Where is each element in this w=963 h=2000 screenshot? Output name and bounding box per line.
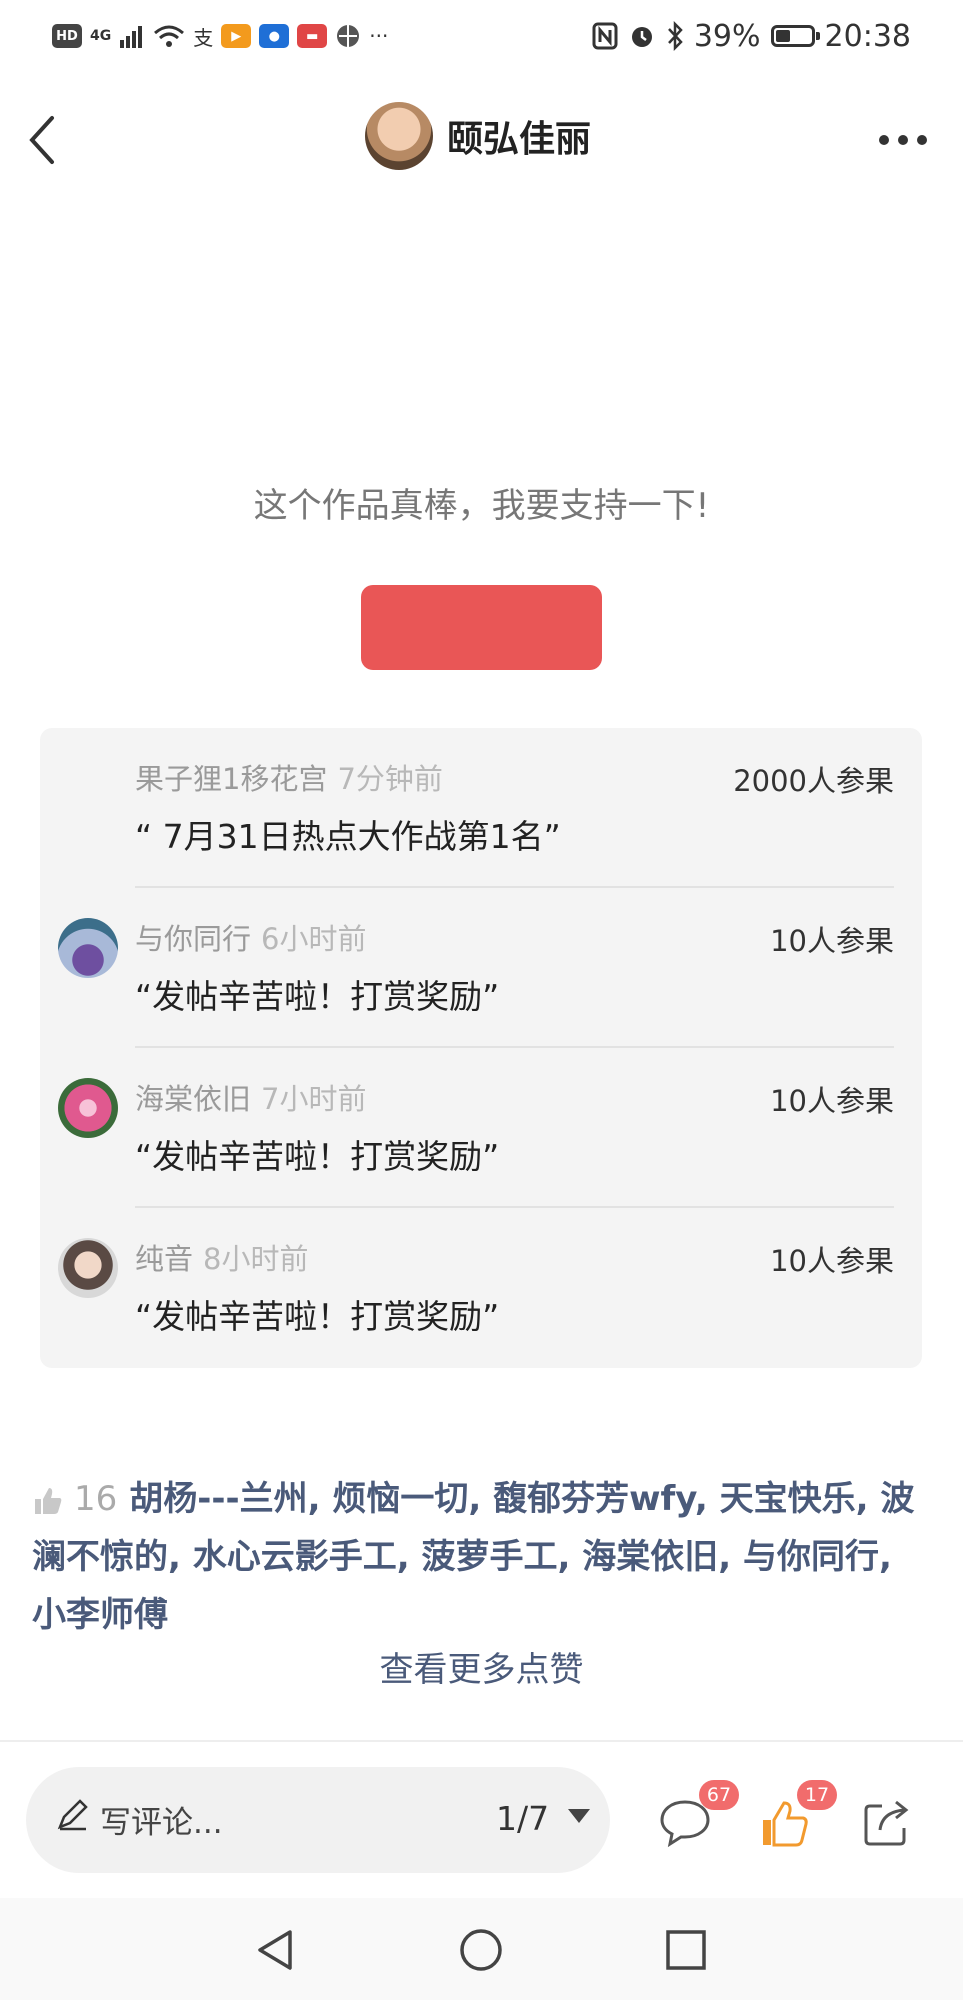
navigation-bar [0,1898,963,2000]
more-notifications-icon: ··· [369,24,389,48]
like-list: 16 胡杨---兰州, 烦恼一切, 馥郁芬芳wfy, 天宝快乐, 波澜不惊的, 水… [32,1470,932,1644]
user-avatar[interactable] [58,918,118,978]
battery-icon [770,25,820,47]
status-left: HD 4G 支 ▶ ● ▬ ··· [52,16,388,56]
page-indicator[interactable]: 1/7 [496,1799,549,1838]
reward-row[interactable]: 海棠依旧 7小时前 10人参果 “发帖辛苦啦！打赏奖励” [40,1048,922,1208]
chevron-down-icon[interactable] [568,1809,590,1823]
comment-placeholder: 写评论... [100,1805,223,1841]
alipay-icon: 支 [193,25,214,50]
battery-percent: 39% [693,18,761,54]
alarm-icon [631,27,652,47]
reward-list: 果子狸1移花宫 7分钟前 2000人参果 “ 7月31日热点大作战第1名” 与你同… [40,728,922,1368]
reward-amount: 10人参果 [770,1084,894,1118]
reward-time: 8小时前 [203,1242,309,1276]
nfc-icon [592,22,618,50]
reward-time: 7分钟前 [337,762,443,796]
author-avatar[interactable] [365,102,433,170]
author-name[interactable]: 颐弘佳丽 [447,110,591,162]
view-more-likes-link[interactable]: 查看更多点赞 [0,1642,963,1691]
like-button[interactable]: 17 [755,1780,837,1860]
reward-user[interactable]: 海棠依旧 7小时前 [135,1076,366,1118]
share-icon [864,1800,909,1846]
header: 颐弘佳丽 [0,90,963,190]
clock: 20:38 [824,18,911,54]
reward-user[interactable]: 纯音 8小时前 [135,1236,308,1278]
comment-input[interactable]: 写评论... 1/7 [26,1767,610,1873]
reward-message: “发帖辛苦啦！打赏奖励” [135,1137,500,1176]
divider [0,1740,963,1742]
reward-time: 6小时前 [261,922,367,956]
reward-message: “ 7月31日热点大作战第1名” [135,817,561,856]
like-count-badge: 17 [797,1780,837,1810]
status-right: 39% 20:38 [592,16,911,56]
reward-time: 7小时前 [261,1082,367,1116]
tips-app-icon: ● [259,24,290,48]
user-avatar[interactable] [58,1078,118,1138]
network-type: 4G [90,28,112,44]
nav-recents-icon[interactable] [662,1926,710,1974]
reward-message: “发帖辛苦啦！打赏奖励” [135,1297,500,1336]
reward-amount: 2000人参果 [733,764,894,798]
reward-amount: 10人参果 [770,1244,894,1278]
nav-back-icon[interactable] [252,1926,300,1974]
reward-user[interactable]: 与你同行 6小时前 [135,916,366,958]
nav-home-icon[interactable] [457,1926,505,1974]
reward-row[interactable]: 与你同行 6小时前 10人参果 “发帖辛苦啦！打赏奖励” [40,888,922,1048]
support-prompt: 这个作品真棒，我要支持一下! [253,486,710,526]
liker-names[interactable]: 胡杨---兰州, 烦恼一切, 馥郁芬芳wfy, 天宝快乐, 波澜不惊的, 水心云… [32,1479,914,1635]
back-icon[interactable] [22,110,72,170]
status-bar: HD 4G 支 ▶ ● ▬ ··· 39% 20:38 [0,0,963,72]
video-app-icon: ▶ [221,24,252,48]
wifi-icon [154,25,185,47]
huawei-app-icon: ▬ [297,24,328,48]
pen-icon [57,1799,88,1831]
like-count: 16 [74,1479,118,1519]
reward-amount: 10人参果 [770,924,894,958]
share-button[interactable] [858,1780,928,1860]
user-avatar[interactable] [58,1238,118,1298]
bluetooth-icon [667,21,683,51]
reward-button[interactable] [361,585,602,670]
reward-row[interactable]: 纯音 8小时前 10人参果 “发帖辛苦啦！打赏奖励” [40,1208,922,1368]
signal-icon [120,26,143,48]
thumb-up-icon [35,1487,62,1514]
browser-app-icon [337,25,360,47]
reward-row[interactable]: 果子狸1移花宫 7分钟前 2000人参果 “ 7月31日热点大作战第1名” [40,728,922,888]
hd-indicator: HD [52,24,82,48]
author-info[interactable]: 颐弘佳丽 [365,102,591,170]
more-options-icon[interactable] [879,120,927,160]
reward-message: “发帖辛苦啦！打赏奖励” [135,977,500,1016]
comment-count-badge: 67 [699,1780,739,1810]
reward-user[interactable]: 果子狸1移花宫 7分钟前 [135,756,443,798]
comment-button[interactable]: 67 [655,1780,739,1860]
